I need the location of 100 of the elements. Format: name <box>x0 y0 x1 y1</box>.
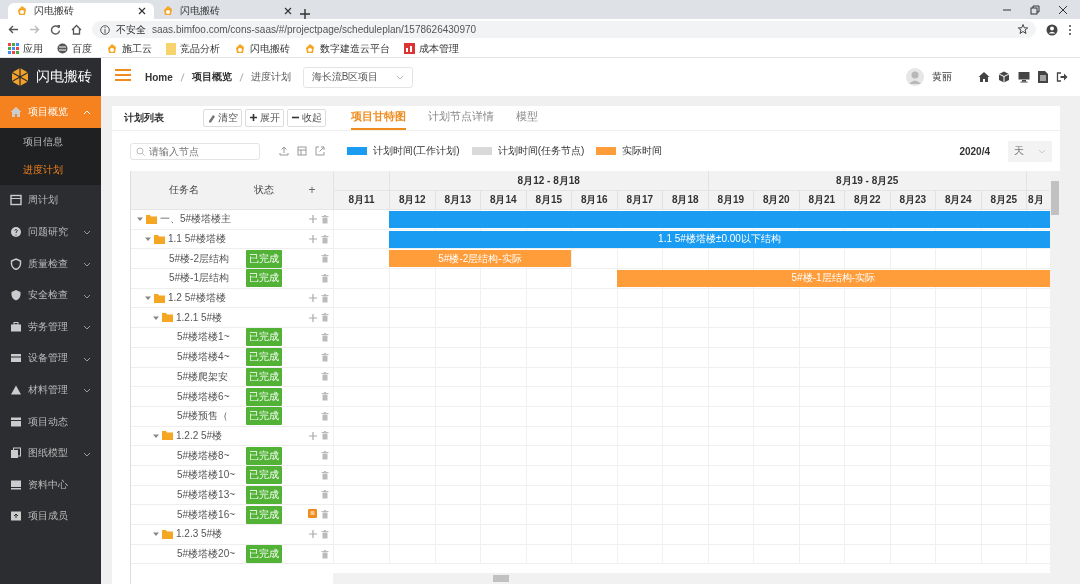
sidebar-item[interactable]: 劳务管理 <box>0 310 101 343</box>
trash-icon[interactable] <box>321 451 329 461</box>
vertical-scrollbar[interactable] <box>1050 171 1060 584</box>
restore-icon[interactable] <box>1030 4 1040 15</box>
breadcrumb-link[interactable]: Home <box>145 71 173 83</box>
sidebar-subitem[interactable]: 进度计划 <box>0 156 101 185</box>
toolbar-button[interactable]: 清空 <box>203 109 242 127</box>
gantt-bar[interactable] <box>389 210 1050 228</box>
trash-icon[interactable] <box>321 352 329 362</box>
trash-icon[interactable] <box>321 214 329 224</box>
trash-icon[interactable] <box>321 273 329 283</box>
star-icon[interactable] <box>1018 23 1028 34</box>
bookmark[interactable]: 成本管理 <box>404 41 459 56</box>
trash-icon[interactable] <box>321 490 329 500</box>
task-name[interactable]: 一、5#楼塔楼主 <box>160 212 232 227</box>
trash-icon[interactable] <box>321 411 329 421</box>
tree-row[interactable]: 5#楼塔楼20~ 已完成 <box>131 544 333 565</box>
close-icon[interactable] <box>138 6 146 15</box>
tree-row[interactable]: 5#楼塔楼8~ 已完成 <box>131 446 333 466</box>
sidebar-item[interactable]: 资料中心 <box>0 468 101 501</box>
menu-icon[interactable] <box>115 68 131 82</box>
trash-icon[interactable] <box>321 293 329 303</box>
toolbar-button[interactable]: 展开 <box>245 109 284 127</box>
tree-row[interactable]: 1.2.3 5#楼 <box>131 525 333 545</box>
trash-icon[interactable] <box>321 549 329 559</box>
export-icon[interactable] <box>315 146 325 156</box>
search-field[interactable]: 请输入节点 <box>130 142 260 160</box>
address-bar[interactable]: 不安全 saas.bimfoo.com/cons-saas/#/projectpage/scheduleplan/1578626430970 <box>92 21 1036 38</box>
tree-row[interactable]: 1.2.1 5#楼 <box>131 308 333 329</box>
tree-row[interactable]: 1.2.2 5#楼 <box>131 426 333 447</box>
task-name[interactable]: 1.2.1 5#楼 <box>176 310 223 325</box>
task-name[interactable]: 5#楼爬架安 <box>177 369 229 384</box>
cube-icon[interactable] <box>998 71 1010 83</box>
toolbar-button[interactable]: 收起 <box>287 109 326 127</box>
caret-icon[interactable] <box>153 314 159 321</box>
upload-icon[interactable] <box>279 146 289 156</box>
task-name[interactable]: 1.2.3 5#楼 <box>176 527 223 542</box>
tree-row[interactable]: 5#楼-2层结构 已完成 <box>131 249 333 270</box>
caret-icon[interactable] <box>137 216 143 223</box>
trash-icon[interactable] <box>321 431 329 441</box>
sidebar-item[interactable]: 问题研究 <box>0 216 101 248</box>
caret-icon[interactable] <box>153 432 159 439</box>
bookmark[interactable]: 数字建造云平台 <box>304 41 390 56</box>
trash-icon[interactable] <box>321 529 329 539</box>
tree-row[interactable]: 5#楼塔楼13~ 已完成 <box>131 485 333 506</box>
close-icon[interactable] <box>1058 4 1068 15</box>
logout-icon[interactable] <box>1056 71 1068 83</box>
tab[interactable]: 计划节点详情 <box>428 109 494 130</box>
browser-tab[interactable]: 闪电搬砖 <box>8 3 154 19</box>
task-name[interactable]: 5#楼塔楼4~ <box>177 350 230 365</box>
sidebar-subitem[interactable]: 项目信息 <box>0 127 101 157</box>
horizontal-scrollbar[interactable] <box>333 573 1050 584</box>
sidebar-item[interactable]: 图纸模型 <box>0 437 101 469</box>
close-icon[interactable] <box>284 6 292 15</box>
home-icon[interactable] <box>71 24 82 35</box>
user-name[interactable]: 黄丽 <box>932 70 952 84</box>
trash-icon[interactable] <box>321 254 329 264</box>
bookmark[interactable]: 闪电搬砖 <box>234 41 290 56</box>
tree-row[interactable]: 5#楼-1层结构 已完成 <box>131 269 333 289</box>
tree-row[interactable]: 5#楼爬架安 已完成 <box>131 367 333 388</box>
task-name[interactable]: 5#楼塔楼1~ <box>177 330 230 345</box>
trash-icon[interactable] <box>321 392 329 402</box>
reload-icon[interactable] <box>50 24 61 35</box>
document-icon[interactable] <box>1038 71 1048 83</box>
task-name[interactable]: 5#楼-2层结构 <box>169 251 229 266</box>
sidebar-item[interactable]: 项目成员 <box>0 500 101 533</box>
tree-row[interactable]: 5#楼预售（ 已完成 <box>131 406 333 427</box>
task-name[interactable]: 5#楼-1层结构 <box>169 271 229 286</box>
trash-icon[interactable] <box>321 313 329 323</box>
back-icon[interactable] <box>8 24 19 35</box>
task-name[interactable]: 5#楼塔楼13~ <box>177 487 236 502</box>
task-name[interactable]: 1.1 5#楼塔楼 <box>168 232 226 247</box>
task-name[interactable]: 5#楼塔楼20~ <box>177 547 236 562</box>
table-icon[interactable] <box>297 146 307 156</box>
home-icon[interactable] <box>978 71 990 83</box>
sidebar-item[interactable]: 材料管理 <box>0 374 101 406</box>
caret-icon[interactable] <box>145 295 151 302</box>
tab[interactable]: 模型 <box>516 109 538 130</box>
task-name[interactable]: 1.2 5#楼塔楼 <box>168 291 226 306</box>
account-icon[interactable] <box>1046 23 1058 36</box>
flag-icon[interactable] <box>308 509 317 519</box>
caret-icon[interactable] <box>153 531 159 538</box>
avatar-icon[interactable] <box>906 68 924 86</box>
more-icon[interactable] <box>1068 23 1072 36</box>
project-select[interactable]: 海长流B区项目 <box>302 66 413 88</box>
breadcrumb-link[interactable]: 进度计划 <box>250 70 291 84</box>
add-button[interactable]: + <box>291 183 333 197</box>
scale-select[interactable]: 天 <box>1008 140 1052 162</box>
trash-icon[interactable] <box>321 470 329 480</box>
sidebar-item[interactable]: 项目动态 <box>0 405 101 438</box>
sidebar-item[interactable]: 周计划 <box>0 184 101 217</box>
task-name[interactable]: 5#楼预售（ <box>177 409 229 424</box>
tree-row[interactable]: 1.1 5#楼塔楼 <box>131 229 333 250</box>
trash-icon[interactable] <box>321 372 329 382</box>
bookmark[interactable]: 百度 <box>57 41 92 56</box>
app-logo[interactable]: 闪电搬砖 <box>0 58 101 96</box>
tree-row[interactable]: 一、5#楼塔楼主 <box>131 210 333 230</box>
task-name[interactable]: 1.2.2 5#楼 <box>176 428 223 443</box>
trash-icon[interactable] <box>321 234 329 244</box>
bookmark[interactable]: 应用 <box>8 41 43 56</box>
